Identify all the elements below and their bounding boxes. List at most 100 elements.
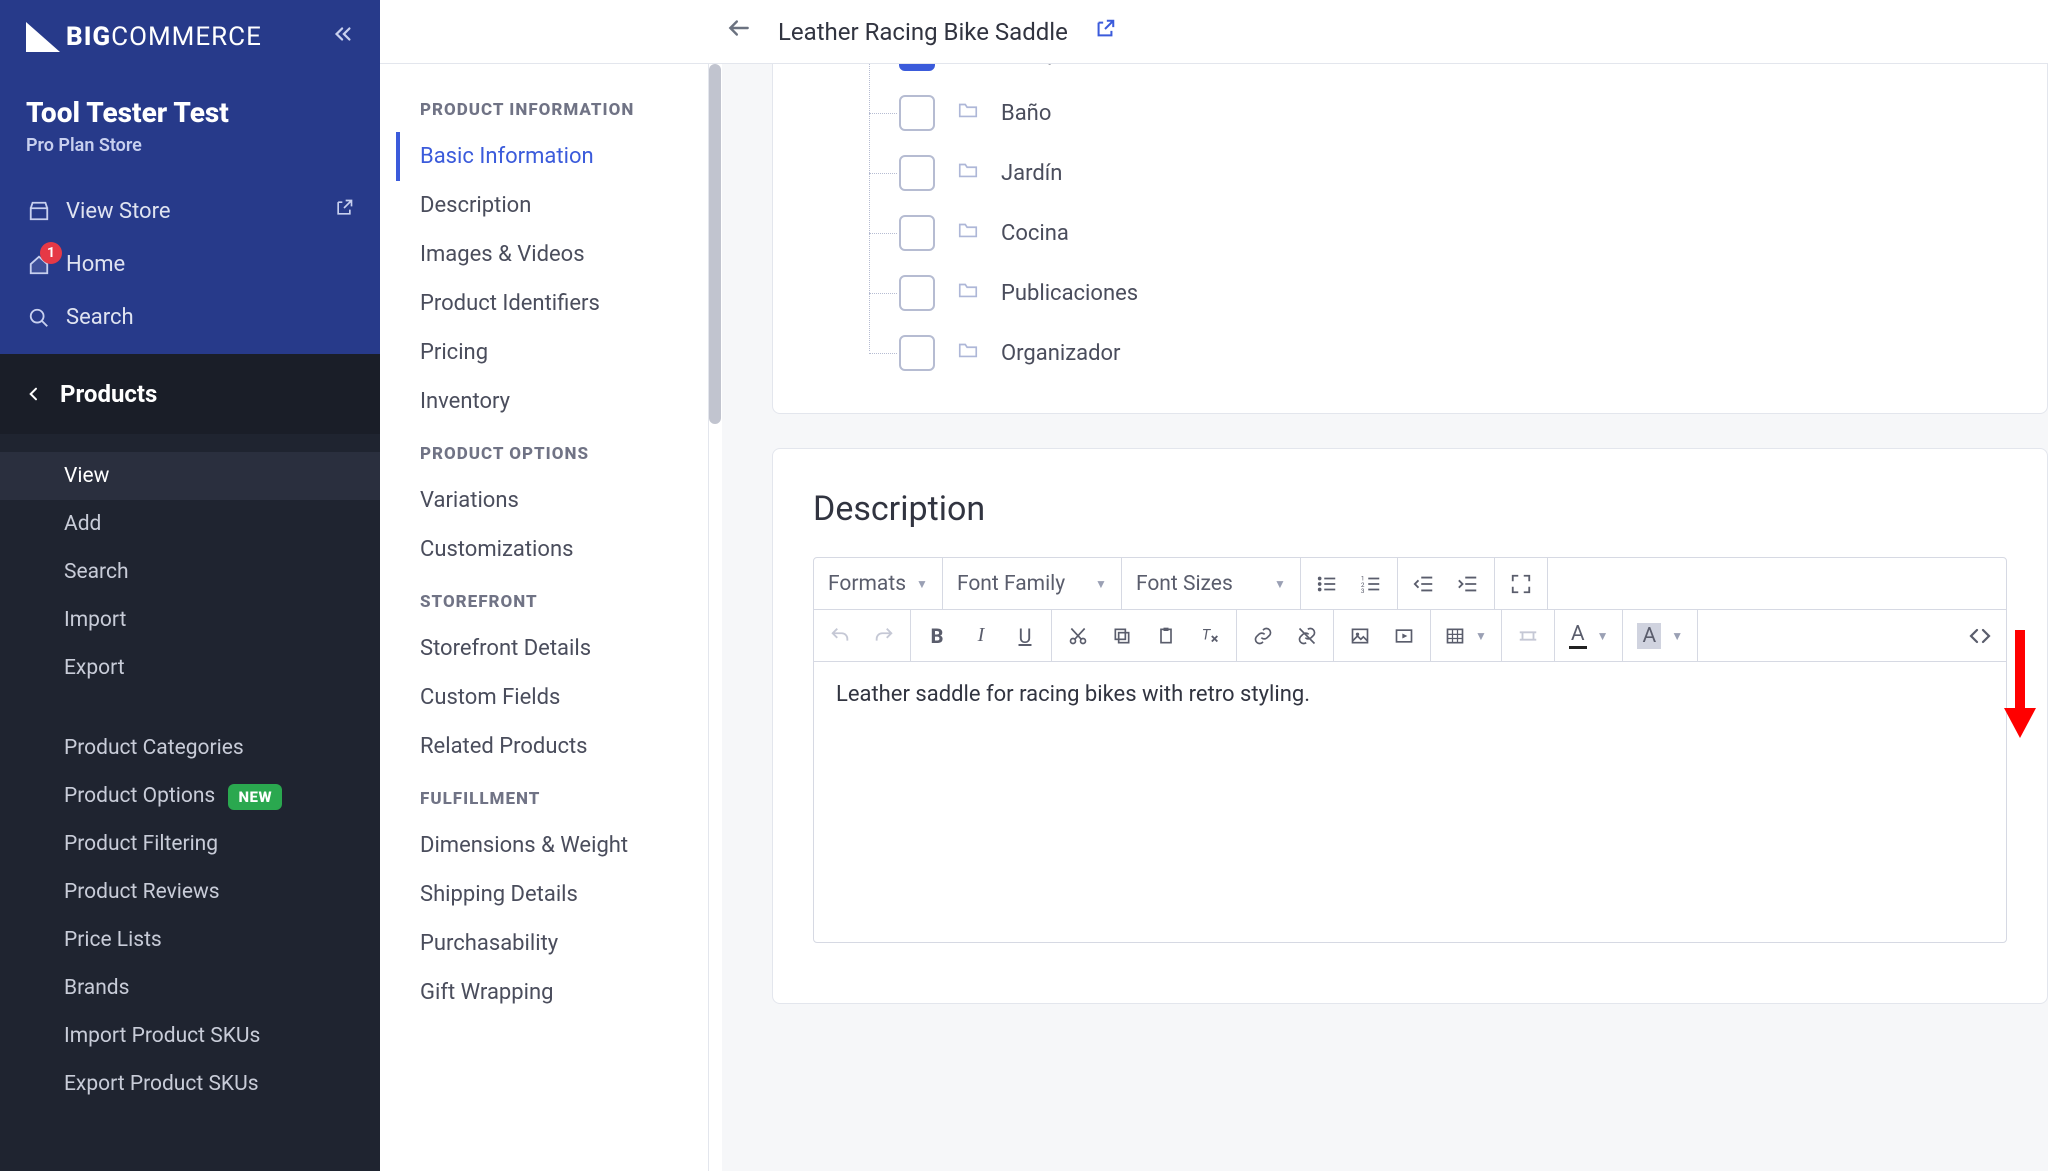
horizontal-rule-button[interactable] (1516, 624, 1540, 648)
chevrons-left-icon (332, 23, 354, 45)
section-group-title: PRODUCT INFORMATION (420, 100, 710, 120)
underline-button[interactable]: U (1013, 624, 1037, 648)
svg-text:T: T (1202, 625, 1212, 643)
folder-icon (957, 99, 979, 127)
page-title: Leather Racing Bike Saddle (778, 18, 1068, 46)
subnav-add[interactable]: Add (0, 500, 380, 548)
section-description[interactable]: Description (420, 181, 710, 230)
category-row[interactable]: Publicaciones (899, 263, 2017, 323)
section-shipping-details[interactable]: Shipping Details (420, 870, 710, 919)
category-label: Cocina (1001, 221, 1069, 246)
nav-search[interactable]: Search (26, 291, 354, 354)
bold-button[interactable]: B (925, 624, 949, 648)
folder-icon (957, 279, 979, 307)
section-images-videos[interactable]: Images & Videos (420, 230, 710, 279)
subnav-import[interactable]: Import (0, 596, 380, 644)
unordered-list-button[interactable] (1315, 572, 1339, 596)
source-code-button[interactable] (1968, 624, 1992, 648)
back-button[interactable] (726, 15, 752, 48)
section-variations[interactable]: Variations (420, 476, 710, 525)
ordered-list-button[interactable]: 123 (1359, 572, 1383, 596)
category-row[interactable]: Jardín (899, 143, 2017, 203)
table-button[interactable]: ▼ (1445, 626, 1487, 646)
redo-button[interactable] (872, 624, 896, 648)
paste-button[interactable] (1154, 624, 1178, 648)
italic-button[interactable]: I (969, 624, 993, 648)
subnav-view[interactable]: View (0, 452, 380, 500)
section-customizations[interactable]: Customizations (420, 525, 710, 574)
section-gift-wrapping[interactable]: Gift Wrapping (420, 968, 710, 1017)
clear-formatting-button[interactable]: T (1198, 624, 1222, 648)
subnav-price-lists[interactable]: Price Lists (0, 916, 380, 964)
label: Product Options (64, 784, 215, 808)
text-color-button[interactable]: A▼ (1569, 622, 1609, 649)
chevron-left-icon (26, 386, 42, 402)
font-sizes-dropdown[interactable]: Font Sizes▼ (1136, 572, 1286, 596)
subnav-export-skus[interactable]: Export Product SKUs (0, 1060, 380, 1108)
category-tree: ✓ Comprar todo Baño Jardín Cocina (829, 64, 2017, 383)
section-dimensions-weight[interactable]: Dimensions & Weight (420, 821, 710, 870)
link-button[interactable] (1251, 624, 1275, 648)
cut-button[interactable] (1066, 624, 1090, 648)
subnav-product-categories[interactable]: Product Categories (0, 724, 380, 772)
sidebar-collapse-button[interactable] (332, 22, 354, 52)
folder-icon (957, 219, 979, 247)
category-checkbox[interactable] (899, 155, 935, 191)
label: Font Sizes (1136, 572, 1233, 596)
product-topbar: Leather Racing Bike Saddle (380, 0, 2048, 64)
products-back-header[interactable]: Products (0, 354, 380, 434)
label: Formats (828, 572, 906, 596)
scrollbar-thumb[interactable] (709, 64, 721, 424)
subnav-import-skus[interactable]: Import Product SKUs (0, 1012, 380, 1060)
description-panel: Description Formats▼ Font Family▼ Font S… (772, 448, 2048, 1004)
category-row[interactable]: ✓ Comprar todo (899, 64, 2017, 83)
fullscreen-button[interactable] (1509, 572, 1533, 596)
section-product-identifiers[interactable]: Product Identifiers (420, 279, 710, 328)
products-sublist: View Add Search Import Export Product Ca… (0, 434, 380, 1138)
category-checkbox[interactable] (899, 215, 935, 251)
category-checkbox[interactable] (899, 275, 935, 311)
section-related-products[interactable]: Related Products (420, 722, 710, 771)
outdent-button[interactable] (1412, 572, 1436, 596)
logo[interactable]: BIGCOMMERCE (26, 22, 262, 52)
image-button[interactable] (1348, 624, 1372, 648)
nav-home[interactable]: 1 Home (26, 238, 354, 291)
category-row[interactable]: Cocina (899, 203, 2017, 263)
logo-triangle-icon (26, 22, 60, 52)
subnav-export[interactable]: Export (0, 644, 380, 692)
formats-dropdown[interactable]: Formats▼ (828, 572, 928, 596)
section-basic-information[interactable]: Basic Information (396, 132, 710, 181)
subnav-brands[interactable]: Brands (0, 964, 380, 1012)
subnav-product-options[interactable]: Product Options NEW (0, 772, 380, 820)
undo-button[interactable] (828, 624, 852, 648)
section-inventory[interactable]: Inventory (420, 377, 710, 426)
category-checkbox[interactable]: ✓ (899, 64, 935, 71)
section-purchasability[interactable]: Purchasability (420, 919, 710, 968)
section-storefront-details[interactable]: Storefront Details (420, 624, 710, 673)
font-family-dropdown[interactable]: Font Family▼ (957, 572, 1107, 596)
section-nav-scrollbar[interactable] (708, 64, 722, 1171)
background-color-button[interactable]: A▼ (1637, 623, 1683, 649)
folder-icon (957, 339, 979, 367)
unlink-button[interactable] (1295, 624, 1319, 648)
category-row[interactable]: Baño (899, 83, 2017, 143)
section-custom-fields[interactable]: Custom Fields (420, 673, 710, 722)
subnav-product-reviews[interactable]: Product Reviews (0, 868, 380, 916)
label: Font Family (957, 572, 1065, 596)
sidebar-top: BIGCOMMERCE Tool Tester Test Pro Plan St… (0, 0, 380, 354)
nav-view-store[interactable]: View Store (26, 184, 354, 238)
category-checkbox[interactable] (899, 335, 935, 371)
open-in-storefront-button[interactable] (1094, 18, 1116, 46)
copy-button[interactable] (1110, 624, 1134, 648)
subnav-product-filtering[interactable]: Product Filtering (0, 820, 380, 868)
editor-content[interactable]: Leather saddle for racing bikes with ret… (814, 662, 2006, 942)
category-row[interactable]: Organizador (899, 323, 2017, 383)
external-link-icon (334, 198, 354, 224)
subnav-search[interactable]: Search (0, 548, 380, 596)
indent-button[interactable] (1456, 572, 1480, 596)
category-checkbox[interactable] (899, 95, 935, 131)
categories-panel: ✓ Comprar todo Baño Jardín Cocina (772, 64, 2048, 414)
products-header-label: Products (60, 380, 157, 408)
video-button[interactable] (1392, 624, 1416, 648)
section-pricing[interactable]: Pricing (420, 328, 710, 377)
